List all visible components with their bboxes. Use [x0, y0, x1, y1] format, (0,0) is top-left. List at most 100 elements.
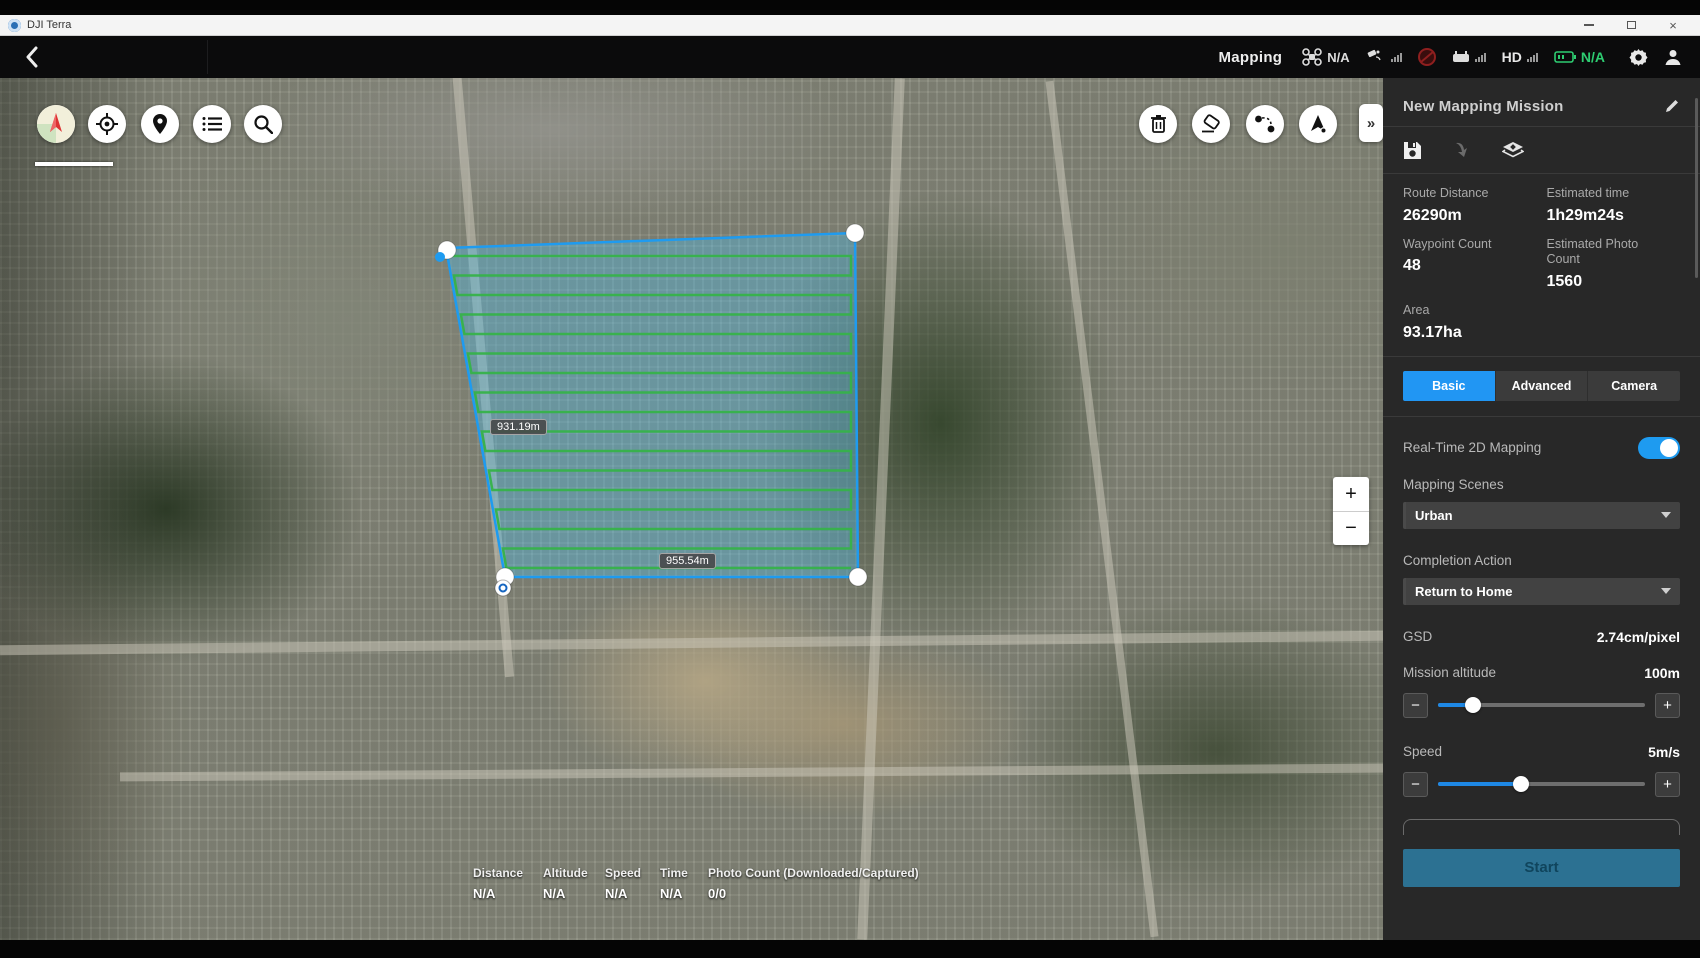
- stat-label: Estimated time: [1547, 186, 1681, 202]
- panel-header: New Mapping Mission: [1403, 78, 1680, 126]
- kml-import-icon: [1502, 141, 1524, 159]
- battery-icon: [1554, 50, 1576, 64]
- kml-import-button[interactable]: [1502, 141, 1524, 159]
- telemetry-item: Distance N/A: [473, 866, 527, 901]
- speed-increase-button[interactable]: +: [1655, 772, 1680, 797]
- mission-actions: [1403, 127, 1680, 173]
- mission-altitude-label: Mission altitude: [1403, 665, 1496, 680]
- user-icon: [1664, 48, 1682, 66]
- realtime-2d-toggle[interactable]: [1638, 437, 1680, 459]
- settings-tabs: Basic Advanced Camera: [1403, 371, 1680, 401]
- gsd-row: GSD 2.74cm/pixel: [1403, 629, 1680, 645]
- panel-scrollbar[interactable]: [1695, 98, 1698, 278]
- telemetry-label: Photo Count (Downloaded/Captured): [708, 866, 919, 880]
- minimize-button[interactable]: [1582, 19, 1596, 31]
- stat-value: 26290m: [1403, 207, 1537, 225]
- map-road: [0, 631, 1383, 655]
- delete-icon: [1150, 114, 1167, 134]
- slider-knob[interactable]: [1465, 697, 1481, 713]
- mission-altitude-slider[interactable]: [1438, 696, 1645, 714]
- stat-photo-count: Estimated Photo Count 1560: [1547, 237, 1667, 291]
- map-road: [120, 764, 1383, 782]
- speed-block: Speed 5m/s − +: [1403, 744, 1680, 797]
- eraser-button[interactable]: [1192, 105, 1230, 143]
- battery-status-value: N/A: [1581, 49, 1605, 65]
- bottom-letterbox: [0, 940, 1700, 958]
- back-button[interactable]: [0, 36, 64, 78]
- hd-status: HD: [1502, 49, 1538, 65]
- waypoint-route-icon: [1254, 114, 1276, 134]
- top-letterbox: [0, 0, 1700, 15]
- telemetry-bar: Distance N/A Altitude N/A Speed N/A Time…: [473, 866, 935, 901]
- save-mission-button[interactable]: [1403, 141, 1422, 160]
- locate-button[interactable]: [88, 105, 126, 143]
- telemetry-value: N/A: [543, 886, 589, 901]
- speed-slider[interactable]: [1438, 775, 1645, 793]
- pin-icon: [151, 113, 169, 135]
- aircraft-status-value: N/A: [1327, 50, 1349, 65]
- realtime-2d-label: Real-Time 2D Mapping: [1403, 440, 1541, 455]
- gsd-label: GSD: [1403, 629, 1432, 644]
- search-button[interactable]: [244, 105, 282, 143]
- mission-altitude-value: 100m: [1644, 665, 1680, 681]
- rename-mission-button[interactable]: [1664, 98, 1680, 114]
- collapse-panel-button[interactable]: »: [1359, 104, 1383, 142]
- stat-label: Waypoint Count: [1403, 237, 1537, 253]
- delete-route-button[interactable]: [1139, 105, 1177, 143]
- speed-value: 5m/s: [1648, 744, 1680, 760]
- gps-satellite-icon: [1366, 49, 1386, 65]
- maximize-icon: [1627, 21, 1636, 29]
- stat-value: 1h29m24s: [1547, 207, 1681, 225]
- list-icon: [202, 116, 222, 132]
- map-canvas[interactable]: 931.19m 955.54m: [0, 78, 1383, 940]
- corner-marker-top-left-badge: [435, 252, 445, 262]
- hd-signal-bars: [1527, 53, 1538, 62]
- map-road: [857, 78, 905, 940]
- clipped-section-outline: [1403, 819, 1680, 835]
- app-logo-icon: [8, 19, 21, 32]
- close-button[interactable]: ×: [1666, 19, 1680, 31]
- speed-decrease-button[interactable]: −: [1403, 772, 1428, 797]
- eraser-icon: [1200, 114, 1222, 134]
- waypoint-route-button[interactable]: [1246, 105, 1284, 143]
- mission-list-button[interactable]: [193, 105, 231, 143]
- gps-signal-bars: [1391, 53, 1402, 62]
- zoom-in-button[interactable]: +: [1333, 477, 1369, 511]
- toolbar-separator: [207, 40, 208, 74]
- basemap-button[interactable]: [37, 105, 75, 143]
- orientation-a-icon: [1307, 113, 1329, 135]
- stat-estimated-time: Estimated time 1h29m24s: [1547, 186, 1681, 225]
- window-title: DJI Terra: [27, 19, 71, 31]
- telemetry-label: Time: [660, 866, 692, 880]
- tab-camera[interactable]: Camera: [1587, 371, 1680, 401]
- telemetry-item: Time N/A: [660, 866, 692, 901]
- maximize-button[interactable]: [1624, 19, 1638, 31]
- completion-action-select[interactable]: Return to Home: [1403, 578, 1680, 605]
- toggle-knob: [1660, 439, 1678, 457]
- settings-button[interactable]: [1629, 48, 1648, 67]
- execute-download-icon: [1452, 140, 1472, 160]
- altitude-decrease-button[interactable]: −: [1403, 693, 1428, 718]
- chevron-down-icon: [1661, 588, 1671, 594]
- tab-advanced[interactable]: Advanced: [1495, 371, 1588, 401]
- slider-knob[interactable]: [1513, 776, 1529, 792]
- tab-basic[interactable]: Basic: [1403, 371, 1495, 401]
- mode-label: Mapping: [1218, 49, 1282, 66]
- survey-area-overlay: [0, 78, 1383, 940]
- altitude-increase-button[interactable]: +: [1655, 693, 1680, 718]
- back-chevron-icon: [25, 46, 39, 68]
- telemetry-item: Speed N/A: [605, 866, 644, 901]
- orientation-button[interactable]: [1299, 105, 1337, 143]
- stat-value: 48: [1403, 257, 1537, 275]
- start-button[interactable]: Start: [1403, 849, 1680, 887]
- telemetry-value: N/A: [660, 886, 692, 901]
- edge-measurement-label: 955.54m: [659, 553, 716, 569]
- telemetry-value: N/A: [605, 886, 644, 901]
- pin-button[interactable]: [141, 105, 179, 143]
- mission-altitude-block: Mission altitude 100m − +: [1403, 665, 1680, 718]
- execute-mission-button[interactable]: [1452, 140, 1472, 160]
- zoom-out-button[interactable]: −: [1333, 512, 1369, 546]
- account-button[interactable]: [1664, 48, 1682, 66]
- mapping-scenes-select[interactable]: Urban: [1403, 502, 1680, 529]
- app-window: DJI Terra × Mapping: [0, 0, 1700, 958]
